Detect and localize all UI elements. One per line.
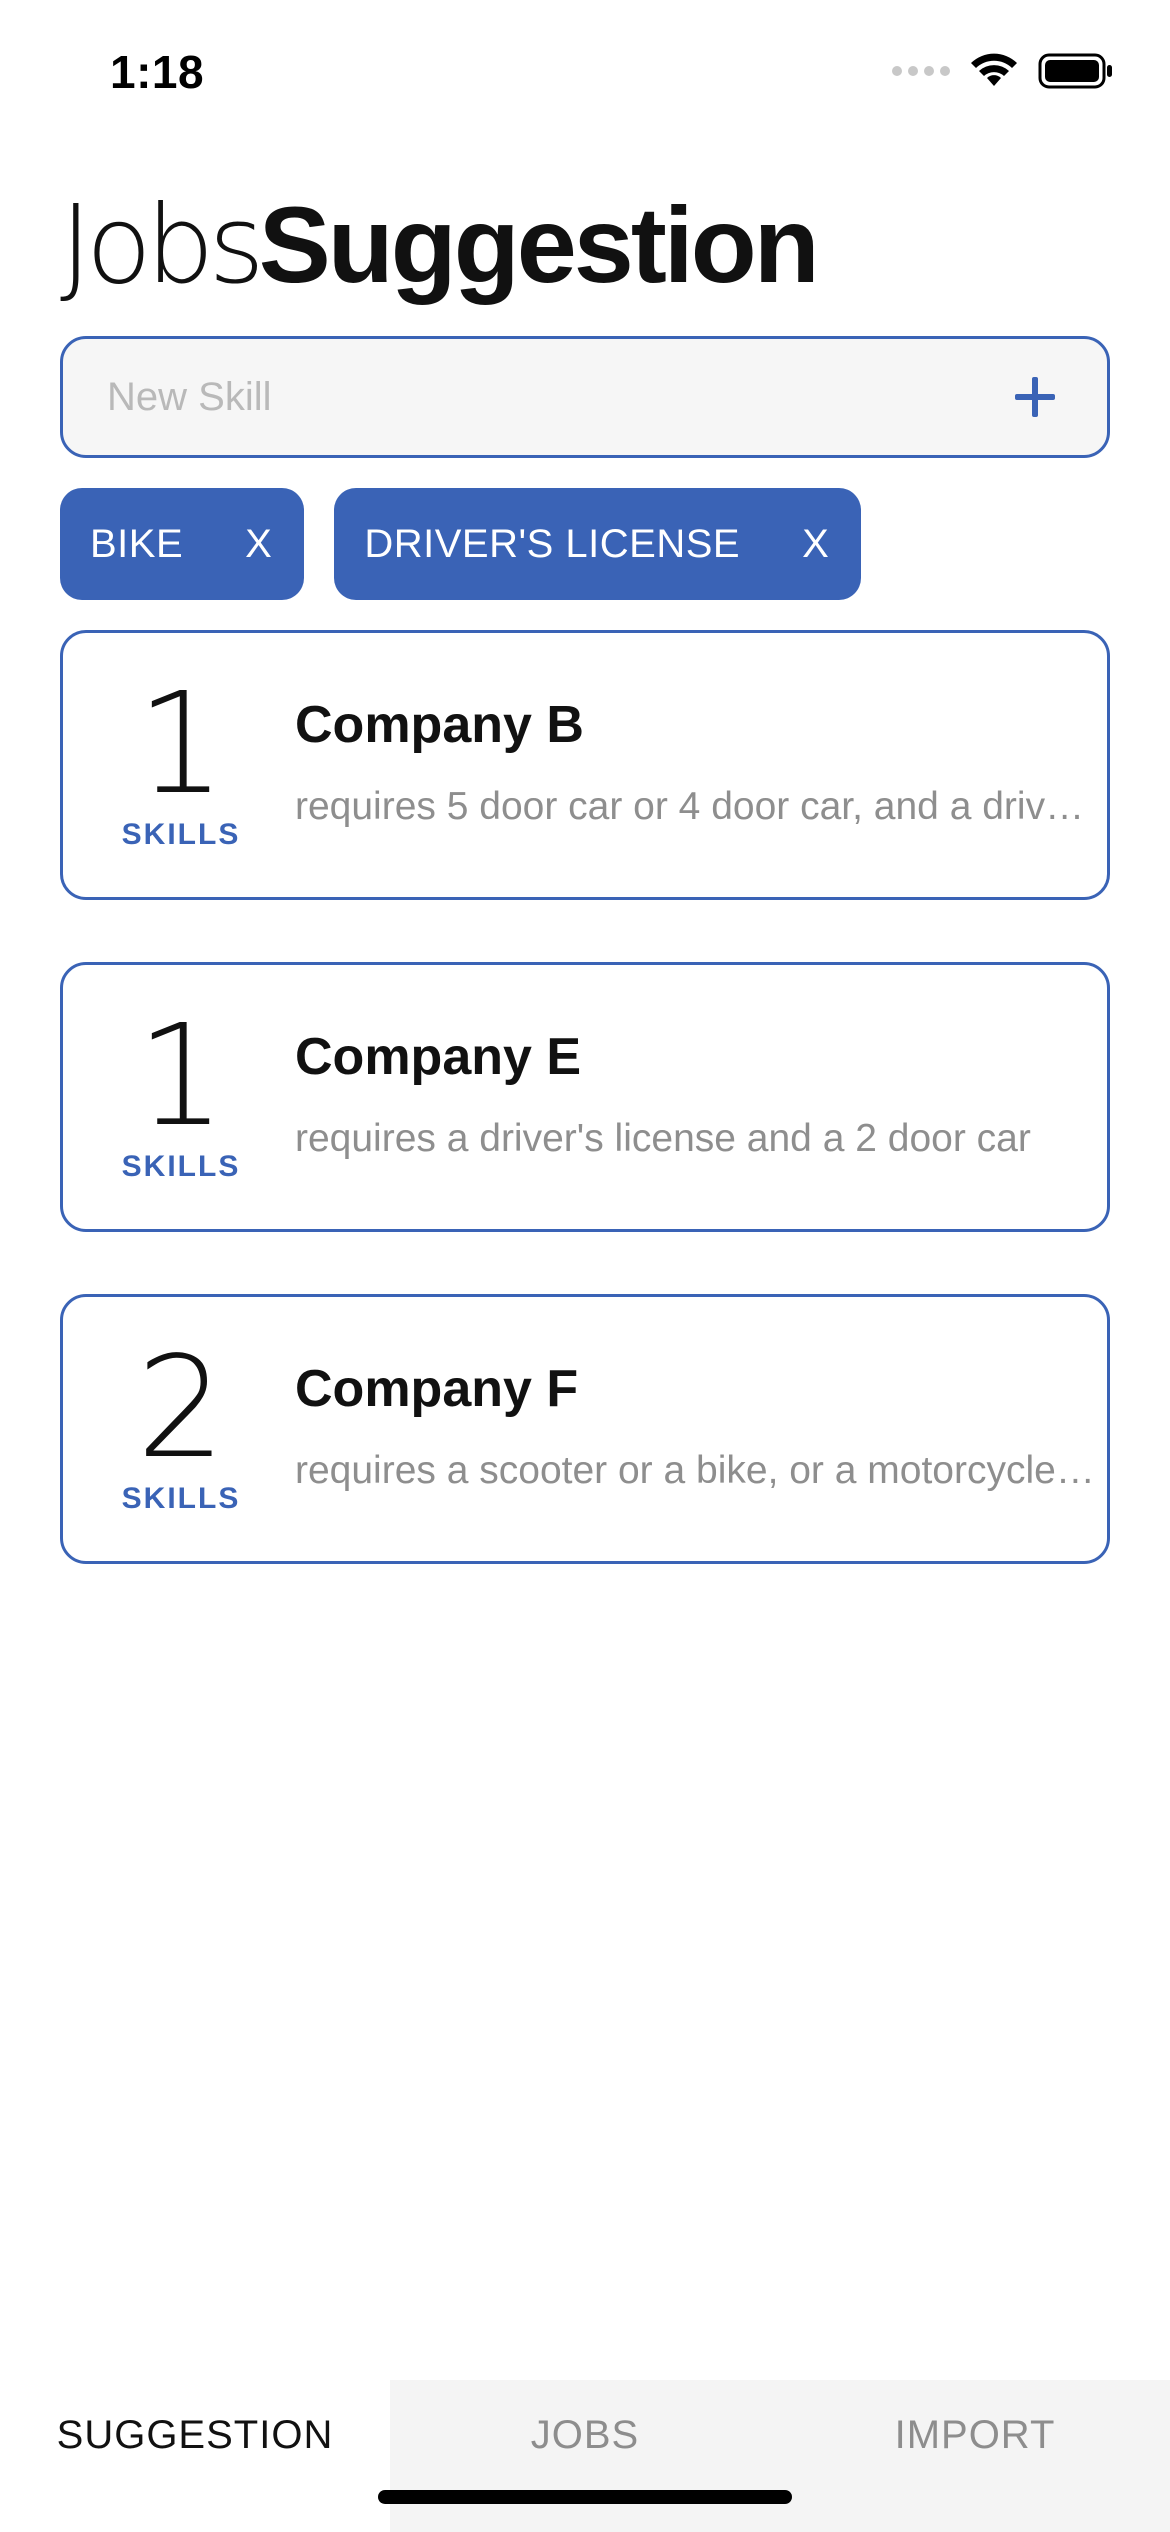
skill-chip-label: DRIVER'S LICENSE [364, 521, 741, 566]
remove-skill-button[interactable]: X [802, 522, 829, 567]
job-requirements: requires 5 door car or 4 door car, and a… [295, 785, 1095, 828]
job-card[interactable]: 2 SKILLS Company F requires a scooter or… [60, 1294, 1110, 1564]
skill-chip-label: BIKE [90, 521, 184, 566]
add-skill-button[interactable] [1007, 369, 1063, 425]
job-requirements: requires a scooter or a bike, or a motor… [295, 1449, 1095, 1492]
skill-chips: BIKE X DRIVER'S LICENSE X [60, 488, 862, 600]
skill-count-label: SKILLS [121, 1150, 241, 1183]
skill-count: 2 [136, 1327, 226, 1490]
signal-icon [892, 66, 950, 76]
status-bar: 1:18 [0, 0, 1170, 150]
skill-chip: DRIVER'S LICENSE X [334, 488, 862, 600]
skill-count-label: SKILLS [121, 1482, 241, 1515]
plus-icon [1015, 377, 1055, 417]
battery-icon [1038, 53, 1112, 89]
skill-count: 1 [136, 663, 226, 826]
page-title: JobsSuggestion [60, 180, 820, 311]
status-icons [892, 52, 1114, 90]
home-indicator [378, 2490, 792, 2504]
remove-skill-button[interactable]: X [245, 522, 272, 567]
skill-count-label: SKILLS [121, 818, 241, 851]
new-skill-input[interactable] [107, 339, 957, 455]
job-card[interactable]: 1 SKILLS Company B requires 5 door car o… [60, 630, 1110, 900]
new-skill-field [60, 336, 1110, 458]
tab-import[interactable]: IMPORT [780, 2380, 1170, 2490]
tab-bar: SUGGESTION JOBS IMPORT [0, 2380, 1170, 2532]
tab-suggestion[interactable]: SUGGESTION [0, 2380, 390, 2532]
job-card[interactable]: 1 SKILLS Company E requires a driver's l… [60, 962, 1110, 1232]
skill-chip: BIKE X [60, 488, 305, 600]
wifi-icon [971, 53, 1017, 86]
skill-count: 1 [136, 995, 226, 1158]
job-list: 1 SKILLS Company B requires 5 door car o… [60, 630, 1110, 1626]
job-requirements: requires a driver's license and a 2 door… [295, 1117, 1031, 1160]
app-screen: 1:18 JobsSuggestion New Skill BIKE X DRI… [0, 0, 1170, 2532]
company-name: Company B [295, 696, 584, 754]
page-title-light: Jobs [60, 183, 265, 308]
page-title-bold: Suggestion [258, 184, 820, 305]
company-name: Company E [295, 1028, 582, 1086]
tab-jobs[interactable]: JOBS [390, 2380, 780, 2490]
company-name: Company F [295, 1360, 579, 1418]
status-time: 1:18 [110, 46, 205, 98]
